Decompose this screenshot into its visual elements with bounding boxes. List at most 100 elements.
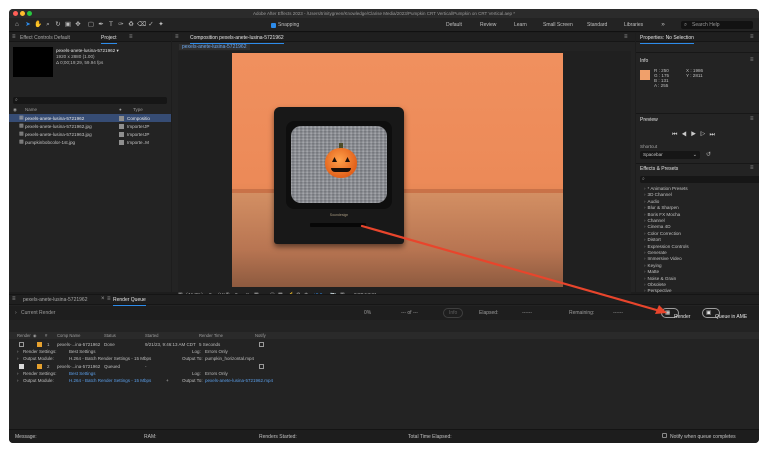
output-to-value[interactable]: pumpkin_horizontal.mp4 — [205, 356, 254, 361]
output-module-link[interactable]: H.264 - Batch Render Settings - 15 Mbps — [69, 378, 151, 383]
workspace-overflow-icon[interactable]: » — [659, 21, 667, 29]
shortcut-select[interactable]: Spacebar ⌄ — [640, 151, 700, 159]
tab-timeline[interactable]: pexels-anete-lusina-5721962 — [23, 297, 88, 303]
label-column-icon[interactable]: ◉ — [13, 107, 17, 113]
hand-tool-icon[interactable]: ✋ — [34, 21, 42, 29]
render-item-comp-name[interactable]: pexels-...ina-5721962 — [57, 364, 100, 369]
project-panel-menu-icon[interactable]: ≡ — [129, 34, 133, 40]
camera-tool-icon[interactable]: ▣ — [64, 21, 72, 29]
render-button[interactable]: ▦ Render — [661, 308, 690, 320]
snapping-checkbox[interactable] — [271, 22, 276, 28]
preview-panel-menu-icon[interactable]: ≡ — [750, 116, 754, 122]
column-render-time[interactable]: Render Time — [199, 333, 223, 338]
effects-category[interactable]: › Obsolete — [644, 282, 666, 287]
chevron-right-icon[interactable]: › — [15, 310, 17, 316]
project-item[interactable]: ▩ pexels-anete-lusina-5721962.jpg Import… — [9, 122, 171, 130]
snapping-toggle[interactable]: Snapping — [271, 22, 299, 28]
project-item[interactable]: ▦ pexels-anete-lusina-5721962 Compositio — [9, 114, 171, 122]
workspace-learn[interactable]: Learn — [514, 22, 527, 28]
rotate-tool-icon[interactable]: ↻ — [54, 21, 62, 29]
effects-category[interactable]: › Matte — [644, 269, 659, 274]
effects-category[interactable]: › Channel — [644, 218, 665, 223]
effects-category[interactable]: › Immersive Video — [644, 256, 682, 261]
workspace-standard[interactable]: Standard — [587, 22, 607, 28]
type-column-header[interactable]: Type — [133, 107, 143, 112]
reset-icon[interactable]: ↺ — [706, 151, 711, 158]
pan-behind-tool-icon[interactable]: ✥ — [74, 21, 82, 29]
tab-composition[interactable]: Composition pexels-anete-lusina-5721962 — [190, 35, 284, 44]
render-settings-value[interactable]: Best Settings — [69, 371, 96, 376]
preview-panel-title[interactable]: Preview — [640, 117, 658, 123]
effects-category[interactable]: › Generate — [644, 250, 667, 255]
column-notify[interactable]: Notify — [255, 333, 266, 338]
puppet-tool-icon[interactable]: ✦ — [157, 21, 165, 29]
project-search-input[interactable]: ⌕ — [13, 97, 167, 104]
clone-stamp-tool-icon[interactable]: ♻ — [127, 21, 135, 29]
roto-brush-tool-icon[interactable]: ✓ — [147, 21, 155, 29]
effects-category[interactable]: › Expression Controls — [644, 244, 689, 249]
rectangle-tool-icon[interactable]: ▢ — [87, 21, 95, 29]
project-item[interactable]: ▩ pexels-anete-lusina-5721963.jpg Import… — [9, 130, 171, 138]
play-icon[interactable]: ▶ — [691, 132, 700, 138]
panel-menu-icon[interactable]: ≡ — [175, 34, 179, 40]
comp-flowchart-tab[interactable]: pexels-anete-lusina-5721962 — [179, 44, 250, 50]
composition-viewer[interactable]: Soundesign — [178, 51, 631, 307]
effects-category[interactable]: › Perspective — [644, 288, 672, 293]
column-render[interactable]: Render — [17, 333, 31, 338]
workspace-small-screen[interactable]: Small Screen — [543, 22, 573, 28]
effects-category[interactable]: › Boris FX Mocha — [644, 212, 680, 217]
column-status[interactable]: Status — [104, 333, 116, 338]
log-value[interactable]: Errors Only — [205, 371, 228, 376]
notify-checkbox[interactable] — [259, 342, 264, 347]
column-number[interactable]: # — [45, 333, 47, 338]
effects-category[interactable]: › Distort — [644, 237, 661, 242]
notify-checkbox[interactable] — [259, 364, 264, 369]
workspace-libraries[interactable]: Libraries — [624, 22, 643, 28]
type-tool-icon[interactable]: T — [107, 21, 115, 29]
composition-panel-menu-icon[interactable]: ≡ — [624, 34, 628, 40]
effects-presets-title[interactable]: Effects & Presets — [640, 166, 678, 172]
effects-category[interactable]: › Color Correction — [644, 231, 681, 236]
label-column-icon[interactable]: ◉ — [33, 333, 37, 338]
tab-render-queue[interactable]: Render Queue — [113, 297, 146, 306]
chevron-right-icon[interactable]: › — [17, 371, 19, 376]
last-frame-icon[interactable]: ⏭ — [709, 132, 718, 138]
notify-completion-checkbox[interactable] — [662, 433, 667, 438]
effects-category[interactable]: › Blur & Sharpen — [644, 205, 679, 210]
selection-tool-icon[interactable]: ➤ — [24, 21, 32, 29]
render-settings-link[interactable]: Best Settings — [69, 371, 96, 376]
queue-in-ame-button[interactable]: ▣ Queue in AME — [702, 308, 747, 320]
output-module-value[interactable]: H.264 - Batch Render Settings - 15 Mbps — [69, 378, 151, 383]
close-tab-icon[interactable]: × — [101, 296, 105, 302]
chevron-right-icon[interactable]: › — [17, 378, 19, 383]
effects-category[interactable]: › Cinema 4D — [644, 224, 671, 229]
effects-panel-menu-icon[interactable]: ≡ — [750, 165, 754, 171]
first-frame-icon[interactable]: ⏮ — [672, 132, 681, 138]
render-item-comp-name[interactable]: pexels-...ina-5721962 — [57, 342, 100, 347]
panel-menu-icon[interactable]: ≡ — [12, 296, 16, 302]
info-panel-title[interactable]: Info — [640, 58, 648, 64]
home-icon[interactable]: ⌂ — [13, 21, 21, 29]
tab-project[interactable]: Project — [101, 35, 117, 44]
info-button[interactable]: Info — [443, 308, 464, 318]
previous-frame-icon[interactable]: ◀ — [681, 132, 690, 138]
output-to-link[interactable]: pexels-anete-lusina-5721962.mp4 — [205, 378, 273, 383]
tab-effect-controls[interactable]: Effect Controls Default — [20, 35, 70, 41]
effects-category[interactable]: › Noise & Grain — [644, 276, 676, 281]
chevron-right-icon[interactable]: › — [17, 349, 19, 354]
render-settings-value[interactable]: Best Settings — [69, 349, 96, 354]
properties-title[interactable]: Properties: No Selection — [640, 35, 694, 44]
name-column-header[interactable]: Name — [25, 107, 37, 112]
label-color-column-icon[interactable]: ● — [119, 107, 122, 112]
effects-search-input[interactable]: ⌕ — [640, 176, 759, 183]
workspace-review[interactable]: Review — [480, 22, 496, 28]
column-comp-name[interactable]: Comp Name — [57, 333, 81, 338]
search-help-field[interactable]: ⌕ Search Help — [681, 21, 753, 29]
pen-tool-icon[interactable]: ✒ — [97, 21, 105, 29]
project-item[interactable]: ▩ pumpkinbobcolor-1st.jpg Importe..M — [9, 138, 171, 146]
render-item-checkbox[interactable] — [19, 342, 24, 347]
render-item-checkbox[interactable] — [19, 364, 24, 369]
log-value[interactable]: Errors Only — [205, 349, 228, 354]
panel-menu-icon[interactable]: ≡ — [107, 296, 111, 302]
column-started[interactable]: Started — [145, 333, 159, 338]
